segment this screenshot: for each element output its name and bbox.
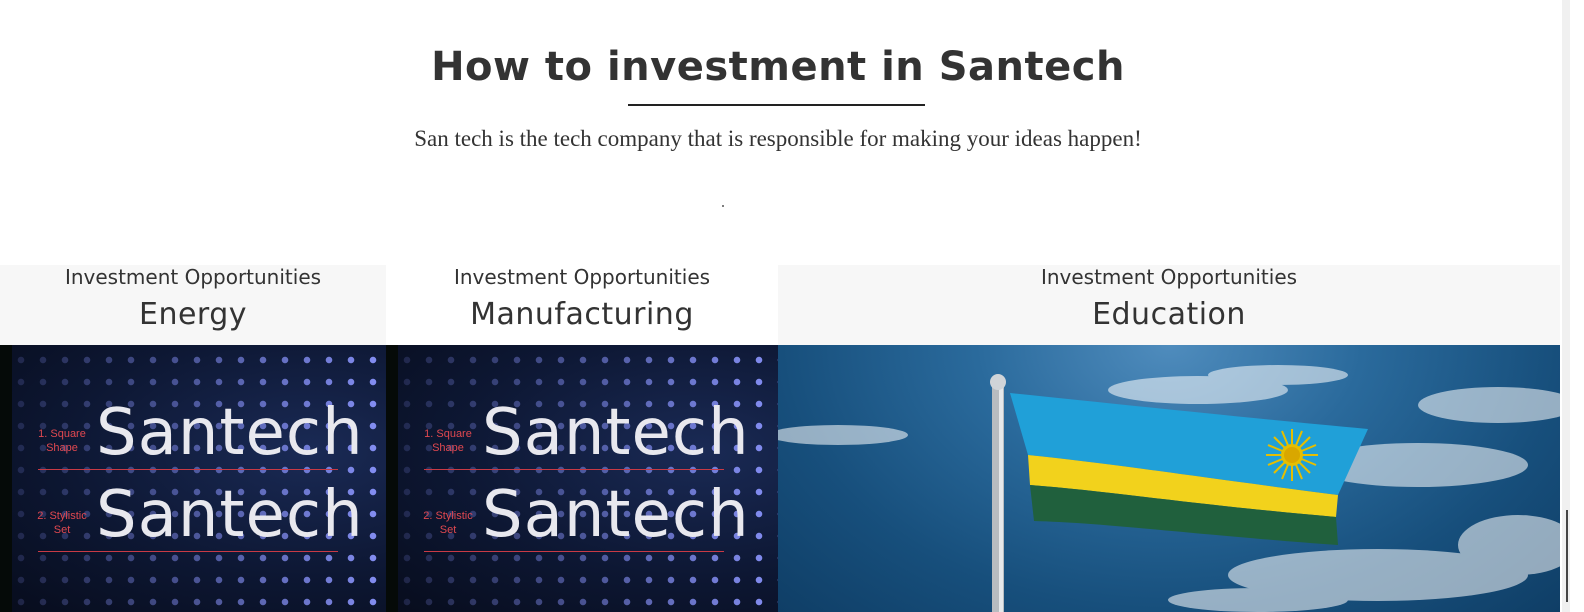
card-header: Investment Opportunities Energy — [0, 265, 386, 345]
image-edge — [0, 345, 12, 612]
section-header: How to investment in Santech San tech is… — [0, 0, 1560, 265]
card-header: Investment Opportunities Education — [778, 265, 1560, 345]
card-image[interactable]: 1. Square Shape Santech 2. Stylistic Set… — [386, 345, 778, 612]
scrollbar-thumb[interactable] — [1566, 510, 1568, 602]
card-title[interactable]: Manufacturing — [386, 297, 778, 332]
image-wordmark: Santech — [482, 396, 750, 470]
flagpole — [990, 374, 1006, 612]
dot-divider — [722, 205, 724, 207]
section-title: How to investment in Santech — [431, 44, 1125, 90]
image-wordmark: Santech — [96, 396, 364, 470]
image-wordmark: Santech — [482, 478, 750, 552]
image-rule — [424, 469, 724, 470]
card-image[interactable]: 1. Square Shape Santech 2. Stylistic Set… — [0, 345, 386, 612]
image-note: 1. Square Shape — [424, 428, 472, 455]
card-kicker: Investment Opportunities — [64, 265, 322, 289]
image-note: 2. Stylistic Set — [37, 510, 87, 537]
scrollbar[interactable] — [1560, 0, 1584, 612]
card-title[interactable]: Education — [778, 297, 1560, 332]
rwanda-flag-image — [778, 365, 1560, 612]
section-subtitle: San tech is the tech company that is res… — [414, 126, 1142, 151]
image-rule — [424, 551, 724, 552]
image-note: 2. Stylistic Set — [423, 510, 473, 537]
card-image[interactable] — [778, 345, 1560, 612]
image-edge — [386, 345, 398, 612]
image-rule — [38, 469, 338, 470]
image-rule — [38, 551, 338, 552]
card-energy[interactable]: Investment Opportunities Energy 1. Squar… — [0, 265, 386, 612]
card-title[interactable]: Energy — [0, 297, 386, 332]
card-header: Investment Opportunities Manufacturing — [386, 265, 778, 345]
image-wordmark: Santech — [96, 478, 364, 552]
title-underline — [628, 104, 925, 106]
card-education[interactable]: Investment Opportunities Education — [778, 265, 1560, 612]
card-kicker: Investment Opportunities — [453, 265, 711, 289]
image-note: 1. Square Shape — [38, 428, 86, 455]
flag — [1010, 393, 1368, 545]
card-manufacturing[interactable]: Investment Opportunities Manufacturing 1… — [386, 265, 778, 612]
card-kicker: Investment Opportunities — [1040, 265, 1298, 289]
